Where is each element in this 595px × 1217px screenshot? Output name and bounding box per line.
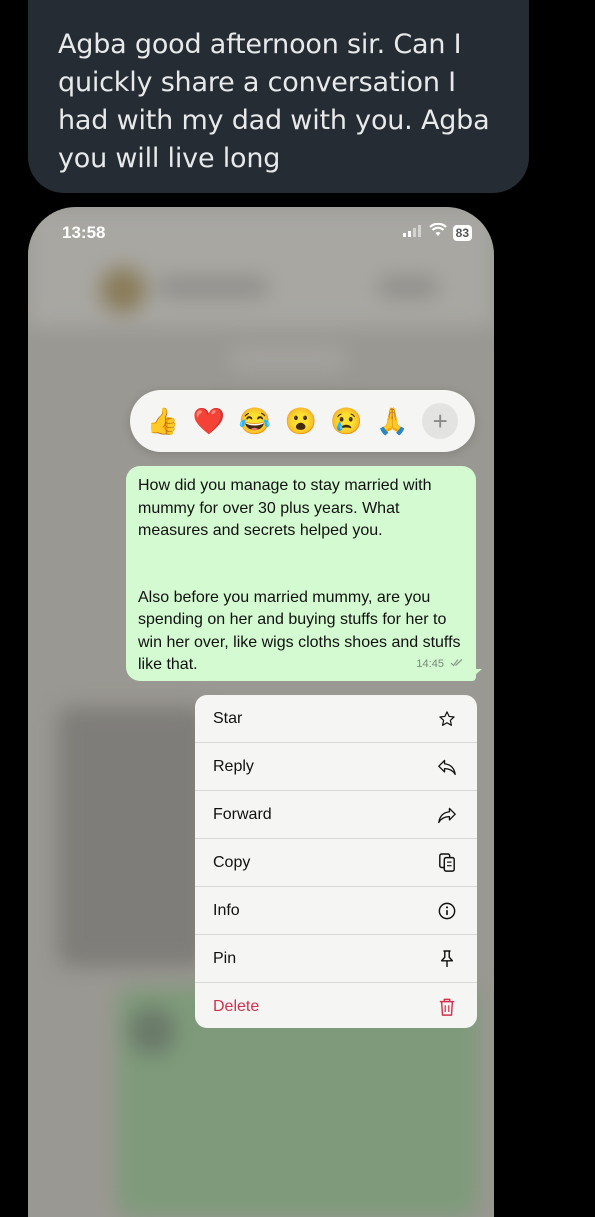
menu-item-label: Reply	[213, 757, 254, 775]
star-icon	[437, 709, 457, 729]
status-time: 13:58	[62, 223, 106, 242]
pin-icon	[437, 949, 457, 969]
menu-item-label: Delete	[213, 998, 260, 1015]
status-bar: 13:58 83	[28, 207, 494, 257]
wifi-icon	[428, 222, 447, 242]
info-icon	[437, 901, 457, 921]
forward-icon	[437, 805, 457, 825]
message-tail	[468, 669, 482, 681]
tweet-text: Agba good afternoon sir. Can I quickly s…	[58, 29, 490, 174]
cellular-signal-icon	[402, 224, 423, 242]
reaction-red-heart[interactable]: ❤️	[193, 406, 225, 436]
reaction-surprised[interactable]: 😮	[284, 406, 316, 436]
status-icons: 83	[402, 222, 472, 242]
menu-item-reply[interactable]: Reply	[195, 743, 477, 791]
reply-icon	[437, 757, 457, 777]
battery-icon: 83	[452, 224, 472, 241]
trash-icon	[437, 997, 457, 1017]
menu-item-label: Copy	[213, 853, 251, 871]
message-bubble[interactable]: How did you manage to stay married with …	[126, 466, 476, 681]
menu-item-label: Info	[213, 901, 240, 919]
reaction-folded-hands[interactable]: 🙏	[376, 406, 408, 436]
message-paragraph-2: Also before you married mummy, are you s…	[138, 588, 461, 674]
reaction-thumbs-up[interactable]: 👍	[147, 406, 179, 436]
reaction-tears-of-joy[interactable]: 😂	[239, 406, 271, 436]
copy-icon	[437, 852, 457, 873]
context-menu: Star Reply Forward Copy Info Pin Delete	[195, 695, 477, 1028]
message-paragraph-1: How did you manage to stay married with …	[138, 477, 432, 539]
menu-item-label: Star	[213, 709, 243, 727]
double-check-icon	[450, 658, 464, 670]
menu-item-forward[interactable]: Forward	[195, 791, 477, 839]
phone-screenshot: 13:58 83 👍 ❤️ 😂 😮 😢 🙏 + How did you mana…	[28, 207, 494, 1217]
menu-item-info[interactable]: Info	[195, 887, 477, 935]
reaction-bar: 👍 ❤️ 😂 😮 😢 🙏 +	[130, 390, 475, 452]
tweet-bubble: Agba good afternoon sir. Can I quickly s…	[28, 0, 529, 193]
reaction-crying[interactable]: 😢	[330, 406, 362, 436]
message-time: 14:45	[416, 657, 444, 670]
menu-item-label: Forward	[213, 805, 272, 823]
message-meta: 14:45	[416, 653, 464, 676]
menu-item-copy[interactable]: Copy	[195, 839, 477, 887]
menu-item-pin[interactable]: Pin	[195, 935, 477, 983]
menu-item-delete[interactable]: Delete	[195, 983, 477, 1028]
menu-item-star[interactable]: Star	[195, 695, 477, 743]
menu-item-label: Pin	[213, 949, 237, 967]
add-reaction-button[interactable]: +	[422, 403, 459, 439]
